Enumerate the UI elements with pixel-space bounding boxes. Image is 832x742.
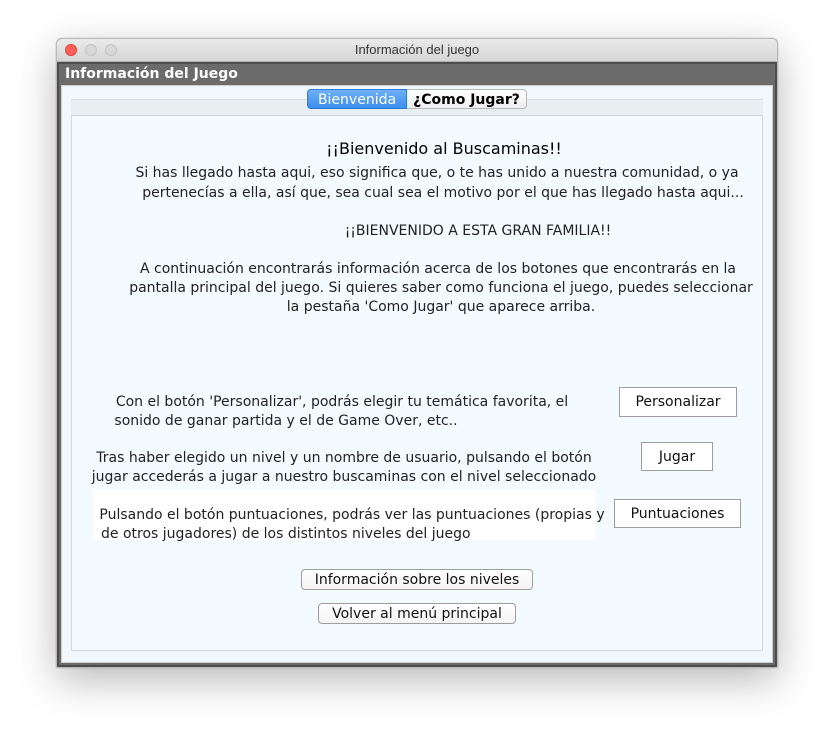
personalizar-desc-line-1: Con el botón 'Personalizar', podrás eleg…	[115, 394, 569, 410]
welcome-heading: ¡¡Bienvenido al Buscaminas!!	[326, 139, 562, 158]
jugar-desc-line-2: jugar accederás a jugar a nuestro buscam…	[91, 469, 597, 485]
personalizar-desc-line-2: sonido de ganar partida y el de Game Ove…	[114, 413, 458, 429]
window-titlebar[interactable]: Información del juego	[57, 39, 777, 62]
intro-line-2: pertenecías a ella, así que, sea cual se…	[142, 185, 744, 201]
window-title: Información del juego	[354, 42, 480, 57]
tab-bienvenida[interactable]: Bienvenida	[307, 89, 407, 109]
personalizar-button[interactable]: Personalizar	[619, 387, 737, 417]
jugar-button[interactable]: Jugar	[641, 442, 713, 471]
jugar-desc-line-1: Tras haber elegido un nivel y un nombre …	[96, 450, 592, 466]
family-banner: ¡¡BIENVENIDO A ESTA GRAN FAMILIA!!	[344, 223, 612, 239]
info-line-1: A continuación encontrarás información a…	[139, 261, 737, 277]
info-line-3: la pestaña 'Como Jugar' que aparece arri…	[286, 299, 596, 315]
puntuaciones-desc-line-1: Pulsando el botón puntuaciones, podrás v…	[99, 507, 605, 523]
game-info-window: Información del juego Información del Ju…	[56, 38, 778, 668]
tab-como-jugar[interactable]: ¿Como Jugar?	[407, 89, 527, 109]
puntuaciones-button[interactable]: Puntuaciones	[614, 499, 741, 528]
puntuaciones-desc-line-2: de otros jugadores) de los distintos niv…	[101, 526, 471, 542]
back-to-main-menu-button[interactable]: Volver al menú principal	[318, 603, 516, 624]
frame-title: Información del Juego	[65, 66, 238, 82]
levels-info-button[interactable]: Información sobre los niveles	[301, 569, 533, 590]
info-line-2: pantalla principal del juego. Si quieres…	[129, 280, 753, 296]
intro-line-1: Si has llegado hasta aqui, eso significa…	[135, 165, 739, 181]
